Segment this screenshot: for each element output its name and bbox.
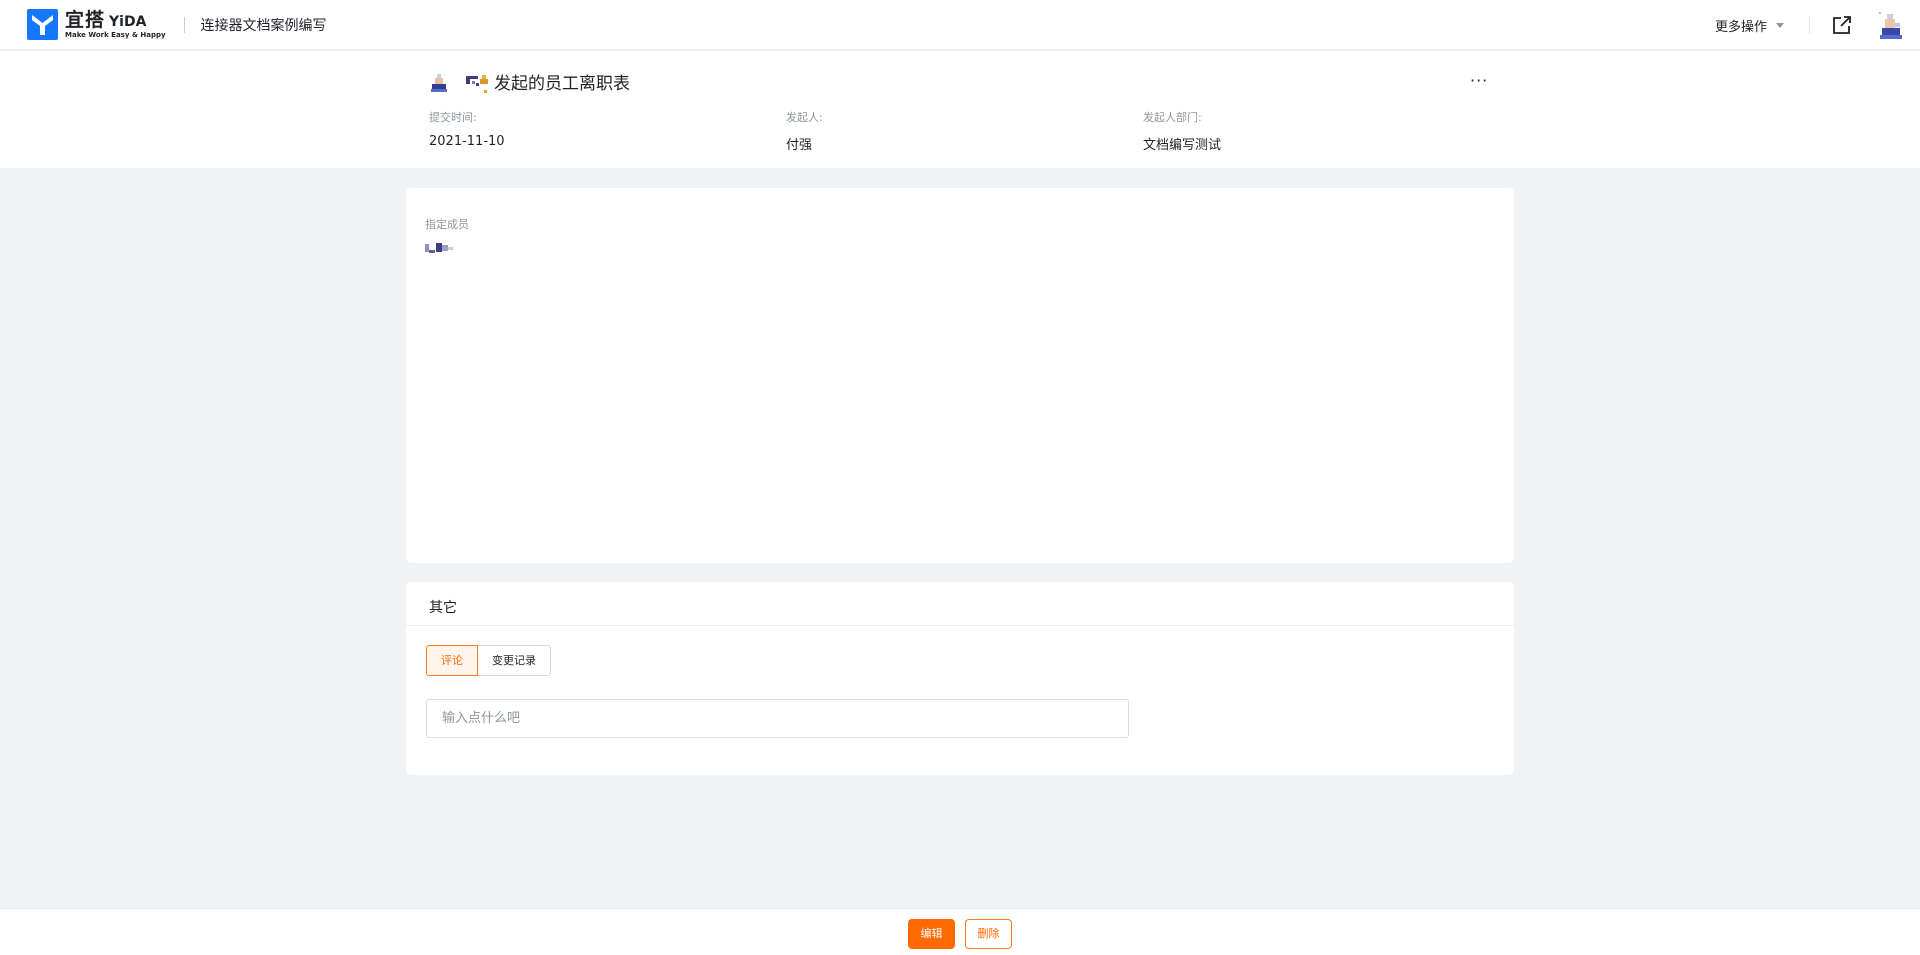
app-title[interactable]: 连接器文档案例编写 (201, 15, 327, 35)
more-actions-icon[interactable]: ··· (1470, 71, 1488, 90)
comment-input[interactable] (426, 699, 1129, 738)
meta-submitter: 发起人: 付强 (786, 109, 823, 153)
top-navigation-bar: 宜搭 YiDA Make Work Easy & Happy 连接器文档案例编写 … (0, 0, 1920, 50)
edit-button[interactable]: 编辑 (908, 919, 955, 949)
redacted-member-name (425, 243, 453, 253)
yida-logo-icon (27, 9, 58, 40)
delete-button[interactable]: 删除 (965, 919, 1012, 949)
meta-label: 发起人: (786, 111, 823, 124)
open-external-icon[interactable] (1830, 13, 1854, 37)
title-divider (183, 16, 185, 33)
brand-name-en: YiDA (109, 13, 147, 30)
redacted-name-mosaic (466, 74, 488, 93)
meta-value: 2021-11-10 (429, 134, 505, 149)
meta-label: 提交时间: (429, 111, 477, 124)
meta-value: 付强 (786, 138, 813, 153)
bottom-action-bar: 编辑 删除 (0, 908, 1920, 955)
tab-comments[interactable]: 评论 (426, 645, 478, 676)
other-section-card: 其它 评论 变更记录 (406, 582, 1514, 775)
brand-slogan: Make Work Easy & Happy (65, 30, 166, 39)
section-title: 其它 (429, 600, 457, 616)
page-title: 发起的员工离职表 (494, 74, 630, 94)
submitter-avatar (428, 70, 450, 93)
chevron-down-icon (1776, 22, 1784, 28)
toolbar-divider (1809, 16, 1810, 34)
meta-submitter-department: 发起人部门: 文档编写测试 (1143, 109, 1221, 153)
brand-name-cn: 宜搭 (65, 8, 106, 31)
record-header: 发起的员工离职表 ··· 提交时间: 2021-11-10 发起人: 付强 发起… (0, 51, 1920, 168)
section-divider (406, 625, 1514, 626)
yida-logo[interactable]: 宜搭 YiDA Make Work Easy & Happy (27, 9, 166, 40)
meta-value: 文档编写测试 (1143, 138, 1222, 153)
meta-submit-time: 提交时间: 2021-11-10 (429, 109, 505, 149)
tab-change-log[interactable]: 变更记录 (478, 645, 551, 676)
more-operations-label: 更多操作 (1714, 19, 1767, 35)
form-details-card: 指定成员 (406, 188, 1514, 563)
more-operations-dropdown[interactable]: 更多操作 (1715, 16, 1784, 35)
user-avatar[interactable] (1876, 10, 1906, 40)
comment-tabs: 评论 变更记录 (426, 645, 551, 676)
meta-label: 发起人部门: (1143, 111, 1202, 124)
assigned-member-label: 指定成员 (425, 218, 469, 231)
